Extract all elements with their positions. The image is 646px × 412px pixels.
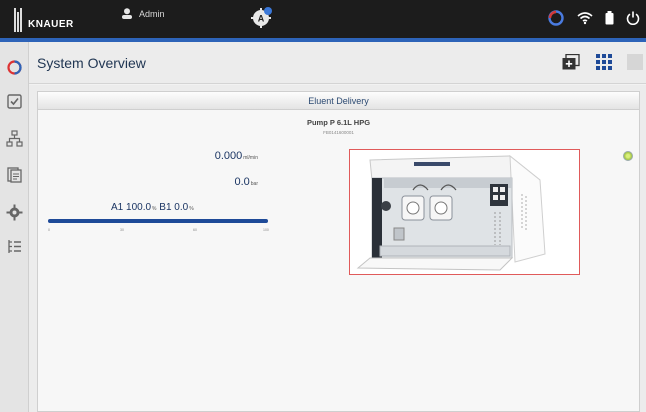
overview-ring-icon[interactable]: [6, 59, 23, 76]
scale-tick: 0: [48, 228, 50, 232]
pump-device-image[interactable]: [349, 149, 580, 275]
composition-slider-fill: [48, 219, 268, 223]
connection-icon[interactable]: [547, 9, 565, 27]
top-bar: KNAUER Admin A: [0, 0, 646, 38]
left-sidebar: [0, 42, 29, 412]
hierarchy-icon[interactable]: [6, 130, 23, 147]
gear-icon[interactable]: [6, 204, 23, 221]
user-indicator[interactable]: Admin: [121, 8, 165, 19]
page-title: System Overview: [37, 55, 146, 71]
brand-name: KNAUER: [28, 18, 74, 30]
device-name: Pump P 6.1L HPG: [306, 118, 371, 127]
composition-b-unit: %: [189, 206, 194, 212]
battery-icon[interactable]: [605, 11, 614, 25]
user-icon: [122, 8, 132, 19]
badge-letter: A: [258, 14, 265, 24]
pressure-unit: bar: [250, 181, 258, 187]
eluent-delivery-panel: Eluent Delivery Pump P 6.1L HPG FB014160…: [37, 91, 640, 412]
tile-view-icon[interactable]: [627, 54, 643, 70]
wifi-icon[interactable]: [577, 11, 593, 25]
checklist-icon[interactable]: [6, 93, 23, 110]
list-tree-icon[interactable]: [6, 238, 23, 255]
pressure-readout: 0.0bar: [178, 176, 258, 188]
admin-gear-badge-icon[interactable]: A: [251, 6, 273, 28]
scale-tick: 100: [263, 228, 269, 232]
page-header: System Overview: [29, 42, 646, 84]
composition-readout: A1 100.0% B1 0.0%: [111, 202, 194, 213]
device-serial: FB0141600001: [323, 130, 354, 135]
flow-unit: ml/min: [243, 155, 258, 161]
flow-readout: 0.000ml/min: [178, 150, 258, 162]
panel-title[interactable]: Eluent Delivery: [38, 92, 639, 110]
document-icon[interactable]: [6, 166, 23, 183]
composition-a-unit: %: [152, 206, 157, 212]
knauer-logo: KNAUER: [14, 6, 74, 34]
flow-value: 0.000: [214, 150, 243, 162]
composition-a: A1 100.0: [111, 202, 152, 213]
pressure-value: 0.0: [234, 176, 250, 188]
add-window-icon[interactable]: [562, 54, 580, 70]
composition-slider[interactable]: [48, 219, 268, 223]
status-icons: [547, 9, 640, 27]
status-indicator: [623, 151, 633, 161]
scale-tick: 30: [120, 228, 124, 232]
grid-view-icon[interactable]: [596, 54, 612, 70]
pump-illustration: [356, 154, 546, 271]
logo-mark-icon: [14, 8, 22, 32]
user-name: Admin: [139, 8, 165, 19]
composition-b: B1 0.0: [159, 202, 189, 213]
scale-tick: 60: [193, 228, 197, 232]
power-icon[interactable]: [626, 11, 640, 25]
main-content: Eluent Delivery Pump P 6.1L HPG FB014160…: [29, 85, 646, 412]
